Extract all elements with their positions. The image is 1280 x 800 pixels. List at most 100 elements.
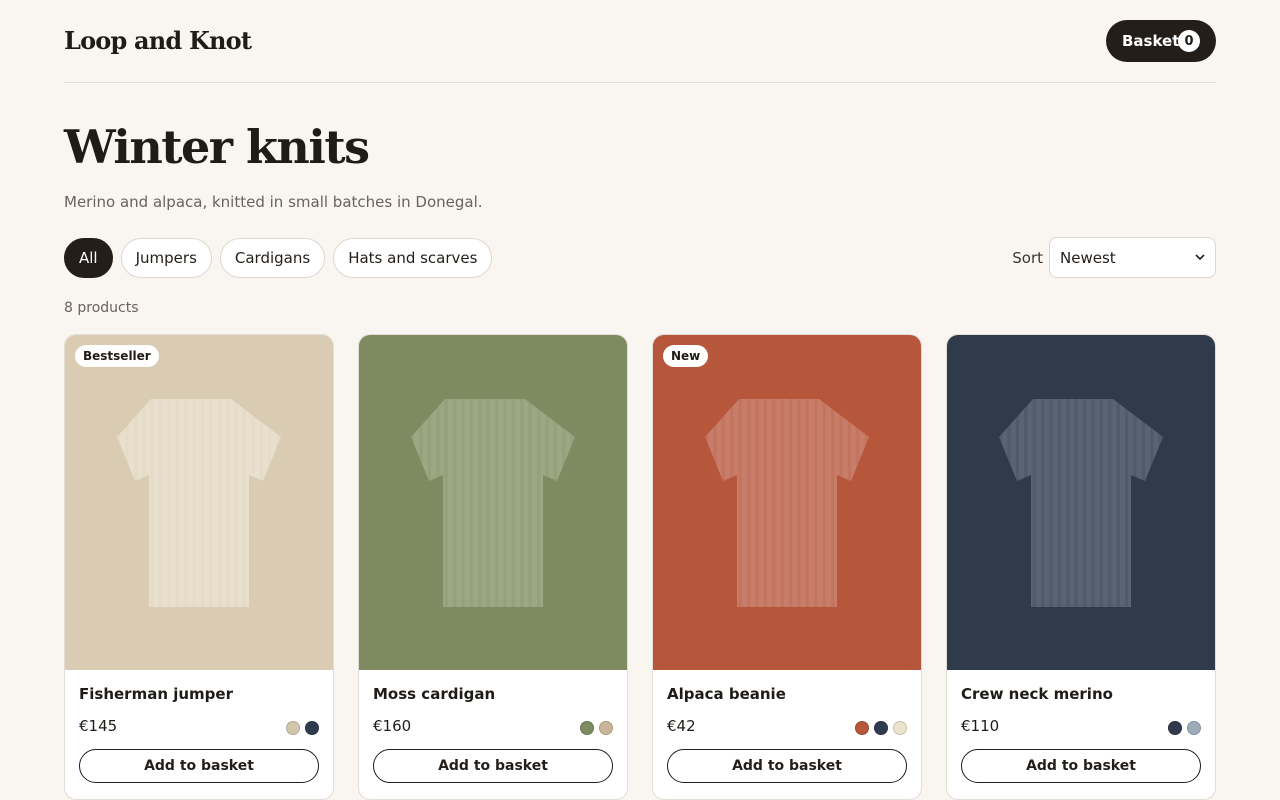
product-name[interactable]: Fisherman jumper — [79, 685, 233, 703]
knit-stripe — [251, 399, 255, 607]
knit-stripe — [730, 399, 734, 607]
knit-stripe — [175, 399, 179, 607]
knit-stripe — [234, 399, 238, 607]
filter-chip-hats-and-scarves[interactable]: Hats and scarves — [333, 238, 493, 278]
site-header: Loop and Knot Basket 0 — [64, 0, 1216, 83]
color-swatch[interactable] — [893, 721, 907, 735]
knit-stripe — [1041, 399, 1045, 607]
knit-stripe — [461, 399, 465, 607]
filter-chip-all[interactable]: All — [64, 238, 113, 278]
knit-stripe — [192, 399, 196, 607]
product-name[interactable]: Moss cardigan — [373, 685, 495, 703]
add-to-basket-button[interactable]: Add to basket — [961, 749, 1201, 783]
knit-stripe — [814, 399, 818, 607]
knit-stripe — [117, 399, 121, 607]
color-swatch[interactable] — [580, 721, 594, 735]
sort-control: Sort Newest — [1012, 237, 1216, 278]
color-swatches — [855, 721, 907, 735]
add-to-basket-button[interactable]: Add to basket — [667, 749, 907, 783]
page: Loop and Knot Basket 0 Winter knits Meri… — [0, 0, 1280, 800]
chevron-down-icon — [1195, 254, 1205, 261]
knit-stripe — [839, 399, 843, 607]
filter-chip-jumpers[interactable]: Jumpers — [120, 238, 212, 278]
knit-stripe — [797, 399, 801, 607]
product-price: €145 — [79, 717, 118, 735]
knit-stripe — [747, 399, 751, 607]
product-image[interactable]: Bestseller — [65, 335, 333, 670]
color-swatch[interactable] — [1187, 721, 1201, 735]
knit-stripe — [553, 399, 557, 607]
knit-stripe — [226, 399, 230, 607]
knit-stripe — [772, 399, 776, 607]
jumper-icon — [411, 399, 575, 607]
basket-button[interactable]: Basket 0 — [1106, 20, 1216, 62]
knit-stripe — [243, 399, 247, 607]
jumper-icon — [999, 399, 1163, 607]
product-image[interactable] — [947, 335, 1215, 670]
basket-count-badge: 0 — [1178, 30, 1200, 52]
add-to-basket-button[interactable]: Add to basket — [373, 749, 613, 783]
knit-stripe — [545, 399, 549, 607]
product-name[interactable]: Crew neck merino — [961, 685, 1113, 703]
knit-stripe — [142, 399, 146, 607]
knit-stripe — [436, 399, 440, 607]
product-card[interactable]: Moss cardigan €160 Add to basket — [358, 334, 628, 800]
product-card[interactable]: New Alpaca beanie €42 Add to basket — [652, 334, 922, 800]
color-swatch[interactable] — [855, 721, 869, 735]
knit-stripe — [133, 399, 137, 607]
product-name[interactable]: Alpaca beanie — [667, 685, 786, 703]
knit-stripe — [419, 399, 423, 607]
knit-stripe — [209, 399, 213, 607]
add-to-basket-button[interactable]: Add to basket — [79, 749, 319, 783]
knit-stripe — [738, 399, 742, 607]
knit-stripe — [1108, 399, 1112, 607]
page-title: Winter knits — [64, 120, 370, 174]
knit-stripe — [528, 399, 532, 607]
knit-stripe — [1083, 399, 1087, 607]
knit-stripe — [268, 399, 272, 607]
page-subtitle: Merino and alpaca, knitted in small batc… — [64, 193, 483, 211]
knit-stripe — [520, 399, 524, 607]
color-swatch[interactable] — [599, 721, 613, 735]
knit-stripe — [1007, 399, 1011, 607]
product-card[interactable]: Bestseller Fisherman jumper €145 Add to … — [64, 334, 334, 800]
knit-stripe — [1032, 399, 1036, 607]
knit-stripe — [478, 399, 482, 607]
knit-stripe — [1158, 399, 1162, 607]
product-image[interactable] — [359, 335, 627, 670]
color-swatch[interactable] — [305, 721, 319, 735]
knit-stripe — [411, 399, 415, 607]
knit-stripe — [276, 399, 280, 607]
site-logo[interactable]: Loop and Knot — [64, 26, 252, 55]
knit-stripe — [159, 399, 163, 607]
knit-stripe — [503, 399, 507, 607]
color-swatch[interactable] — [286, 721, 300, 735]
product-badge: New — [663, 345, 709, 367]
sort-select[interactable]: Newest — [1049, 237, 1216, 278]
knit-stripe — [780, 399, 784, 607]
knit-stripe — [495, 399, 499, 607]
filter-chip-cardigans[interactable]: Cardigans — [219, 238, 326, 278]
color-swatch[interactable] — [874, 721, 888, 735]
knit-stripe — [562, 399, 566, 607]
jumper-icon — [705, 399, 869, 607]
product-image[interactable]: New — [653, 335, 921, 670]
knit-stripe — [259, 399, 263, 607]
product-grid: Bestseller Fisherman jumper €145 Add to … — [64, 334, 1216, 800]
color-swatch[interactable] — [1168, 721, 1182, 735]
knit-stripe — [469, 399, 473, 607]
color-swatches — [1168, 721, 1201, 735]
knit-stripe — [427, 399, 431, 607]
product-card[interactable]: Crew neck merino €110 Add to basket — [946, 334, 1216, 800]
knit-stripe — [511, 399, 515, 607]
knit-stripe — [999, 399, 1003, 607]
knit-stripe — [150, 399, 154, 607]
knit-stripe — [1091, 399, 1095, 607]
knit-stripe — [847, 399, 851, 607]
knit-stripe — [856, 399, 860, 607]
product-price: €110 — [961, 717, 1000, 735]
knit-stripe — [822, 399, 826, 607]
knit-stripe — [570, 399, 574, 607]
knit-stripe — [444, 399, 448, 607]
knit-stripe — [1066, 399, 1070, 607]
